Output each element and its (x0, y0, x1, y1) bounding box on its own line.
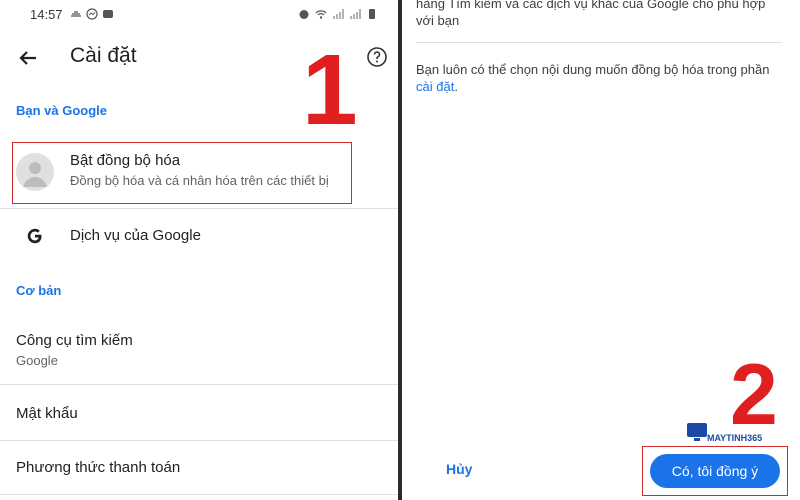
cancel-button[interactable]: Hủy (446, 461, 472, 477)
messenger-icon (86, 8, 98, 20)
section-header-you-and-google: Bạn và Google (16, 103, 108, 118)
status-bar: 14:57 (0, 0, 398, 30)
alarm-icon (299, 10, 309, 19)
system-icons (298, 8, 378, 20)
wifi-icon (315, 10, 327, 19)
google-services-item[interactable]: Dịch vụ của Google (0, 210, 398, 262)
consent-text-line2: với bạn (416, 13, 460, 28)
settings-screen: 14:57 Cài đặt 1 Bạn và Google Bật đồng b… (0, 0, 398, 500)
divider (0, 494, 398, 495)
search-engine-item[interactable]: Công cụ tìm kiếm Google (0, 322, 398, 376)
page-title: Cài đặt (70, 44, 137, 67)
notification-icons (70, 8, 114, 20)
passwords-item[interactable]: Mật khẩu (0, 386, 398, 438)
divider (0, 440, 398, 441)
back-arrow-icon[interactable] (14, 44, 42, 72)
sync-consent-screen: hàng Tìm kiếm và các dịch vụ khác của Go… (402, 0, 800, 500)
google-services-title: Dịch vụ của Google (70, 227, 201, 244)
consent-text-line1: hàng Tìm kiếm và các dịch vụ khác của Go… (416, 0, 766, 11)
highlight-box-sync (12, 142, 352, 204)
divider (416, 42, 782, 43)
settings-link[interactable]: cài đặt (416, 79, 454, 94)
weather-icon (71, 11, 81, 17)
search-engine-value: Google (16, 353, 58, 368)
settings-info-body: Bạn luôn có thể chọn nội dung muốn đồng … (416, 62, 770, 77)
highlight-box-accept (642, 446, 788, 496)
maytinh365-logo-icon (687, 423, 707, 441)
help-icon[interactable] (366, 46, 388, 68)
signal-icon-2 (350, 9, 361, 19)
step-number-1: 1 (302, 34, 358, 146)
status-time: 14:57 (30, 7, 63, 22)
payment-methods-title: Phương thức thanh toán (16, 459, 181, 476)
section-header-basics: Cơ bản (16, 283, 62, 298)
signal-icon (333, 9, 344, 19)
passwords-title: Mật khẩu (16, 405, 78, 422)
app-icon (103, 10, 113, 18)
google-g-icon (27, 228, 42, 244)
battery-icon (369, 9, 375, 19)
search-engine-title: Công cụ tìm kiếm (16, 332, 133, 349)
divider (0, 384, 398, 385)
step-number-2: 2 (730, 347, 778, 443)
payment-methods-item[interactable]: Phương thức thanh toán (0, 442, 398, 494)
settings-info-text: Bạn luôn có thể chọn nội dung muốn đồng … (416, 61, 786, 95)
divider (0, 208, 398, 209)
settings-info-end: . (454, 79, 458, 94)
